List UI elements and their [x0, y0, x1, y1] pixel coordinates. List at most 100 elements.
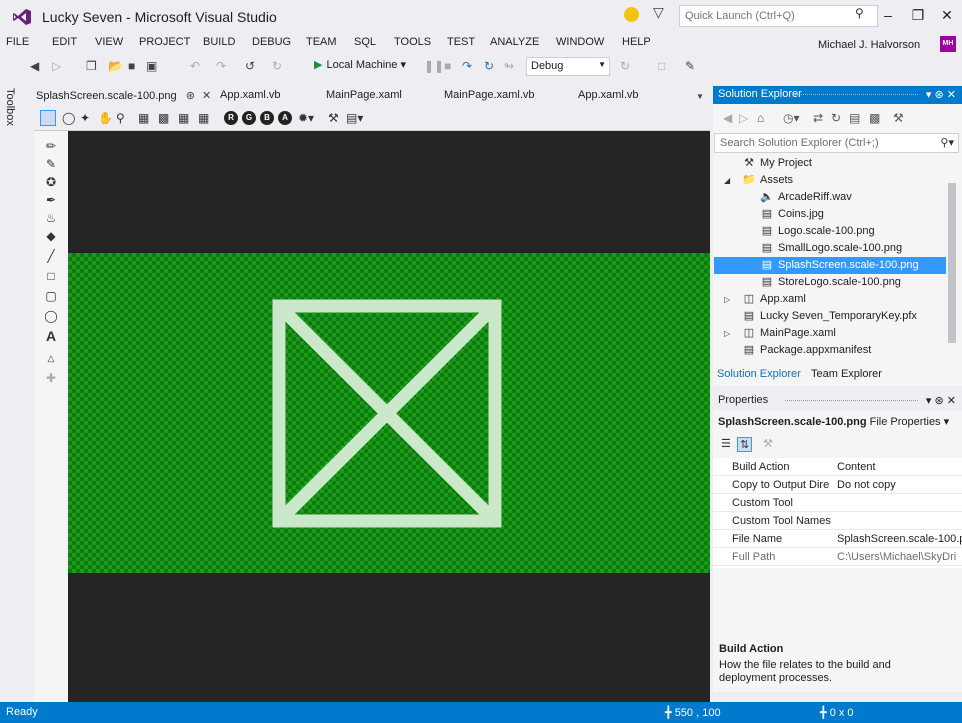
tree-item-mainpage-xaml[interactable]: ▷ ◫ MainPage.xaml: [714, 325, 946, 342]
eyedropper-icon[interactable]: ✒: [44, 193, 58, 207]
property-value[interactable]: Content: [837, 458, 962, 476]
properties-target-select[interactable]: SplashScreen.scale-100.png File Properti…: [718, 415, 949, 428]
property-row[interactable]: Custom Tool Names: [713, 512, 962, 530]
menu-window[interactable]: WINDOW: [556, 36, 604, 48]
redo-dropdown-icon[interactable]: ↻: [272, 59, 282, 73]
advanced-icon[interactable]: ▤▾: [346, 111, 363, 125]
home-icon[interactable]: ⌂: [757, 111, 764, 125]
stop-icon[interactable]: ■: [444, 59, 451, 73]
menu-build[interactable]: BUILD: [203, 36, 235, 48]
menu-edit[interactable]: EDIT: [52, 36, 77, 48]
tree-scrollbar-thumb[interactable]: [948, 183, 956, 343]
undo-dropdown-icon[interactable]: ↺: [245, 59, 255, 73]
brush-icon[interactable]: ✎: [44, 157, 58, 171]
tree-item-package-manifest[interactable]: ▤ Package.appxmanifest: [714, 342, 946, 359]
property-row[interactable]: Build Action Content: [713, 458, 962, 476]
panel-controls[interactable]: ▾ ⊛ ✕: [926, 394, 956, 407]
properties-wrench-icon[interactable]: ⚒: [328, 111, 339, 125]
ellipse-icon[interactable]: ◯: [44, 309, 58, 323]
tree-item-storelogo[interactable]: ▤ StoreLogo.scale-100.png: [714, 274, 946, 291]
lasso-icon[interactable]: ◯: [62, 111, 75, 125]
menu-view[interactable]: VIEW: [95, 36, 123, 48]
fill-icon[interactable]: ♨: [44, 211, 58, 225]
blue-channel-icon[interactable]: B: [260, 111, 274, 125]
tree-item-temporarykey[interactable]: ▤ Lucky Seven_TemporaryKey.pfx: [714, 308, 946, 325]
property-row[interactable]: File Name SplashScreen.scale-100.p: [713, 530, 962, 548]
rectangle-select-icon[interactable]: [40, 110, 56, 126]
quick-launch-input[interactable]: [679, 5, 878, 27]
pin-icon[interactable]: ⊛: [186, 90, 195, 102]
property-value[interactable]: Do not copy: [837, 476, 962, 494]
tree-item-my-project[interactable]: ⚒ My Project: [714, 155, 946, 172]
pencil-icon[interactable]: ✏: [44, 139, 58, 153]
show-all-files-icon[interactable]: ▩: [869, 111, 880, 125]
open-file-icon[interactable]: 📂: [108, 59, 123, 73]
signed-in-user[interactable]: Michael J. Halvorson: [818, 39, 920, 51]
eraser-icon[interactable]: ◆: [44, 229, 58, 243]
search-icon[interactable]: ⚲▾: [940, 136, 954, 149]
step-over-icon[interactable]: ↬: [504, 59, 514, 73]
save-all-icon[interactable]: ▣: [146, 59, 157, 73]
minimize-button[interactable]: –: [880, 8, 896, 22]
search-icon[interactable]: ⚲: [855, 6, 864, 20]
tab-app-xaml-vb[interactable]: App.xaml.vb: [214, 86, 287, 106]
zoom-icon[interactable]: ⚲: [116, 111, 125, 125]
menu-test[interactable]: TEST: [447, 36, 475, 48]
alpha-channel-icon[interactable]: A: [278, 111, 292, 125]
save-icon[interactable]: ■: [128, 59, 135, 73]
green-channel-icon[interactable]: G: [242, 111, 256, 125]
fit-icon[interactable]: ▩: [158, 111, 169, 125]
property-pages-icon[interactable]: ⚒: [763, 437, 773, 450]
menu-sql[interactable]: SQL: [354, 36, 376, 48]
menu-analyze[interactable]: ANALYZE: [490, 36, 539, 48]
close-tab-icon[interactable]: ✕: [202, 90, 211, 102]
line-icon[interactable]: ╱: [44, 249, 58, 263]
redo-icon[interactable]: ↷: [216, 59, 226, 73]
pan-icon[interactable]: ✋: [98, 111, 113, 125]
attach-icon[interactable]: ↻: [620, 59, 630, 73]
tree-item-splashscreen[interactable]: ▤ SplashScreen.scale-100.png: [714, 257, 946, 274]
grid-icon[interactable]: ▦: [178, 111, 189, 125]
configuration-select[interactable]: Debug ▼: [526, 57, 610, 76]
properties-wrench-icon[interactable]: ⚒: [893, 111, 904, 125]
alphabetical-icon[interactable]: ⇅: [737, 437, 753, 452]
red-channel-icon[interactable]: R: [224, 111, 238, 125]
toolbox-tab[interactable]: Toolbox: [4, 88, 16, 126]
back-icon[interactable]: ◀: [30, 59, 39, 73]
pause-icon[interactable]: ❚❚: [424, 59, 444, 73]
sync-icon[interactable]: ⇄: [813, 111, 823, 125]
chevron-down-icon[interactable]: ▼: [696, 92, 704, 101]
expand-arrow-icon[interactable]: ▷: [724, 325, 730, 342]
feedback-smiley-icon[interactable]: [624, 7, 639, 22]
tab-solution-explorer[interactable]: Solution Explorer: [713, 366, 805, 384]
undo-icon[interactable]: ↶: [190, 59, 200, 73]
magic-wand-icon[interactable]: ✦: [80, 111, 90, 125]
categorized-icon[interactable]: ☰: [721, 437, 731, 450]
expand-arrow-icon[interactable]: ◢: [724, 172, 730, 189]
menu-tools[interactable]: TOOLS: [394, 36, 431, 48]
run-button[interactable]: ▶ Local Machine ▾: [314, 58, 406, 76]
tree-item-app-xaml[interactable]: ▷ ◫ App.xaml: [714, 291, 946, 308]
tab-mainpage-xaml[interactable]: MainPage.xaml: [320, 86, 408, 106]
user-avatar[interactable]: MH: [940, 36, 956, 52]
airbrush-icon[interactable]: ✪: [44, 175, 58, 189]
background-icon[interactable]: ✹▾: [298, 111, 314, 125]
tab-team-explorer[interactable]: Team Explorer: [807, 366, 886, 384]
menu-file[interactable]: FILE: [6, 36, 29, 48]
property-row[interactable]: Copy to Output Dire Do not copy: [713, 476, 962, 494]
forward-icon[interactable]: ▷: [739, 111, 748, 125]
forward-icon[interactable]: ▷: [52, 59, 61, 73]
restore-button[interactable]: ❐: [910, 8, 926, 22]
tree-item-assets[interactable]: ◢ 📁 Assets: [714, 172, 946, 189]
property-row[interactable]: Custom Tool: [713, 494, 962, 512]
tree-item-coins[interactable]: ▤ Coins.jpg: [714, 206, 946, 223]
rectangle-icon[interactable]: □: [44, 269, 58, 283]
menu-debug[interactable]: DEBUG: [252, 36, 291, 48]
pixel-grid-icon[interactable]: ▦: [198, 111, 209, 125]
new-project-icon[interactable]: ❐: [86, 59, 97, 73]
panel-controls[interactable]: ▾ ⊛ ✕: [926, 88, 956, 101]
notification-flag-icon[interactable]: ▽: [653, 4, 664, 21]
refresh-icon[interactable]: ↻: [831, 111, 841, 125]
tab-splashscreen[interactable]: SplashScreen.scale-100.png ⊛ ✕: [30, 86, 220, 106]
crosshair-icon[interactable]: ✚: [44, 371, 58, 385]
